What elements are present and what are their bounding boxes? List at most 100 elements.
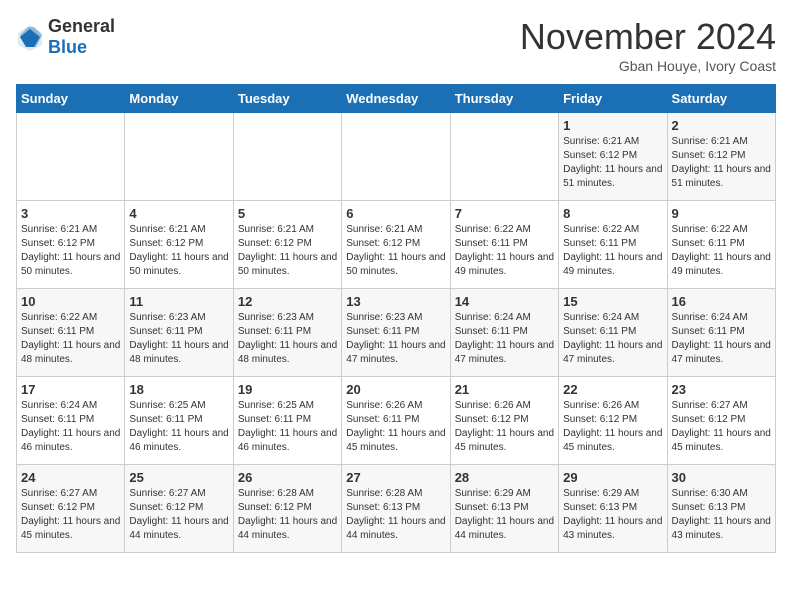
day-number: 17 xyxy=(21,382,120,397)
calendar-cell: 10 Sunrise: 6:22 AM Sunset: 6:11 PM Dayli… xyxy=(17,289,125,377)
calendar-cell: 28 Sunrise: 6:29 AM Sunset: 6:13 PM Dayli… xyxy=(450,465,558,553)
title-area: November 2024 Gban Houye, Ivory Coast xyxy=(520,16,776,74)
day-info: Sunrise: 6:21 AM Sunset: 6:12 PM Dayligh… xyxy=(21,223,120,279)
calendar-cell: 9Sunrise: 6:22 AM Sunset: 6:11 PM Daylig… xyxy=(667,201,775,289)
day-info: Sunrise: 6:24 AM Sunset: 6:11 PM Dayligh… xyxy=(21,399,120,455)
day-number: 30 xyxy=(672,470,771,485)
logo-icon xyxy=(16,23,44,51)
calendar-week-row: 3 Sunrise: 6:21 AM Sunset: 6:12 PM Daylig… xyxy=(17,201,776,289)
header-day: Monday xyxy=(125,85,233,113)
day-info: Sunrise: 6:27 AM Sunset: 6:12 PM Dayligh… xyxy=(129,487,228,543)
logo: General Blue xyxy=(16,16,115,58)
day-number: 13 xyxy=(346,294,445,309)
day-number: 1 xyxy=(563,118,662,133)
calendar-body: 1 Sunrise: 6:21 AM Sunset: 6:12 PM Daylig… xyxy=(17,113,776,553)
day-number: 4 xyxy=(129,206,228,221)
day-info: Sunrise: 6:24 AM Sunset: 6:11 PM Dayligh… xyxy=(563,311,662,367)
day-info: Sunrise: 6:26 AM Sunset: 6:12 PM Dayligh… xyxy=(563,399,662,455)
day-info: Sunrise: 6:21 AM Sunset: 6:12 PM Dayligh… xyxy=(672,135,771,191)
day-number: 29 xyxy=(563,470,662,485)
day-info: Sunrise: 6:21 AM Sunset: 6:12 PM Dayligh… xyxy=(129,223,228,279)
calendar-cell: 13 Sunrise: 6:23 AM Sunset: 6:11 PM Dayli… xyxy=(342,289,450,377)
calendar-table: SundayMondayTuesdayWednesdayThursdayFrid… xyxy=(16,84,776,553)
day-number: 16 xyxy=(672,294,771,309)
day-info: Sunrise: 6:22 AM Sunset: 6:11 PM Dayligh… xyxy=(455,223,554,279)
calendar-week-row: 1 Sunrise: 6:21 AM Sunset: 6:12 PM Daylig… xyxy=(17,113,776,201)
header-day: Wednesday xyxy=(342,85,450,113)
calendar-cell: 23Sunrise: 6:27 AM Sunset: 6:12 PM Dayli… xyxy=(667,377,775,465)
day-info: Sunrise: 6:28 AM Sunset: 6:12 PM Dayligh… xyxy=(238,487,337,543)
calendar-cell: 17 Sunrise: 6:24 AM Sunset: 6:11 PM Dayli… xyxy=(17,377,125,465)
day-number: 19 xyxy=(238,382,337,397)
day-number: 2 xyxy=(672,118,771,133)
day-number: 24 xyxy=(21,470,120,485)
calendar-cell xyxy=(125,113,233,201)
header-day: Saturday xyxy=(667,85,775,113)
calendar-cell xyxy=(233,113,341,201)
calendar-cell xyxy=(342,113,450,201)
day-number: 28 xyxy=(455,470,554,485)
header-day: Thursday xyxy=(450,85,558,113)
logo-text: General Blue xyxy=(48,16,115,58)
calendar-cell: 30Sunrise: 6:30 AM Sunset: 6:13 PM Dayli… xyxy=(667,465,775,553)
day-info: Sunrise: 6:21 AM Sunset: 6:12 PM Dayligh… xyxy=(563,135,662,191)
calendar-cell xyxy=(17,113,125,201)
day-number: 22 xyxy=(563,382,662,397)
day-info: Sunrise: 6:21 AM Sunset: 6:12 PM Dayligh… xyxy=(346,223,445,279)
calendar-header: SundayMondayTuesdayWednesdayThursdayFrid… xyxy=(17,85,776,113)
day-number: 6 xyxy=(346,206,445,221)
day-info: Sunrise: 6:22 AM Sunset: 6:11 PM Dayligh… xyxy=(563,223,662,279)
day-info: Sunrise: 6:29 AM Sunset: 6:13 PM Dayligh… xyxy=(563,487,662,543)
calendar-cell: 19 Sunrise: 6:25 AM Sunset: 6:11 PM Dayli… xyxy=(233,377,341,465)
day-info: Sunrise: 6:25 AM Sunset: 6:11 PM Dayligh… xyxy=(238,399,337,455)
calendar-cell: 29 Sunrise: 6:29 AM Sunset: 6:13 PM Dayli… xyxy=(559,465,667,553)
calendar-cell: 24 Sunrise: 6:27 AM Sunset: 6:12 PM Dayli… xyxy=(17,465,125,553)
calendar-cell: 26 Sunrise: 6:28 AM Sunset: 6:12 PM Dayli… xyxy=(233,465,341,553)
day-info: Sunrise: 6:27 AM Sunset: 6:12 PM Dayligh… xyxy=(672,399,771,455)
day-number: 3 xyxy=(21,206,120,221)
day-info: Sunrise: 6:25 AM Sunset: 6:11 PM Dayligh… xyxy=(129,399,228,455)
header-day: Sunday xyxy=(17,85,125,113)
calendar-cell: 5Sunrise: 6:21 AM Sunset: 6:12 PM Daylig… xyxy=(233,201,341,289)
calendar-cell: 15Sunrise: 6:24 AM Sunset: 6:11 PM Dayli… xyxy=(559,289,667,377)
day-number: 27 xyxy=(346,470,445,485)
calendar-cell: 22 Sunrise: 6:26 AM Sunset: 6:12 PM Dayli… xyxy=(559,377,667,465)
day-number: 18 xyxy=(129,382,228,397)
calendar-cell: 8Sunrise: 6:22 AM Sunset: 6:11 PM Daylig… xyxy=(559,201,667,289)
day-info: Sunrise: 6:23 AM Sunset: 6:11 PM Dayligh… xyxy=(346,311,445,367)
day-info: Sunrise: 6:22 AM Sunset: 6:11 PM Dayligh… xyxy=(21,311,120,367)
logo-general: General xyxy=(48,16,115,36)
calendar-cell: 6 Sunrise: 6:21 AM Sunset: 6:12 PM Daylig… xyxy=(342,201,450,289)
calendar-title: November 2024 xyxy=(520,16,776,58)
day-info: Sunrise: 6:28 AM Sunset: 6:13 PM Dayligh… xyxy=(346,487,445,543)
day-info: Sunrise: 6:27 AM Sunset: 6:12 PM Dayligh… xyxy=(21,487,120,543)
header-day: Friday xyxy=(559,85,667,113)
day-info: Sunrise: 6:24 AM Sunset: 6:11 PM Dayligh… xyxy=(672,311,771,367)
day-number: 10 xyxy=(21,294,120,309)
calendar-cell: 16 Sunrise: 6:24 AM Sunset: 6:11 PM Dayli… xyxy=(667,289,775,377)
calendar-cell xyxy=(450,113,558,201)
day-info: Sunrise: 6:23 AM Sunset: 6:11 PM Dayligh… xyxy=(238,311,337,367)
day-info: Sunrise: 6:29 AM Sunset: 6:13 PM Dayligh… xyxy=(455,487,554,543)
calendar-cell: 11 Sunrise: 6:23 AM Sunset: 6:11 PM Dayli… xyxy=(125,289,233,377)
header: General Blue November 2024 Gban Houye, I… xyxy=(16,16,776,74)
calendar-cell: 2 Sunrise: 6:21 AM Sunset: 6:12 PM Daylig… xyxy=(667,113,775,201)
calendar-cell: 7Sunrise: 6:22 AM Sunset: 6:11 PM Daylig… xyxy=(450,201,558,289)
calendar-week-row: 10 Sunrise: 6:22 AM Sunset: 6:11 PM Dayli… xyxy=(17,289,776,377)
calendar-cell: 20 Sunrise: 6:26 AM Sunset: 6:11 PM Dayli… xyxy=(342,377,450,465)
day-number: 12 xyxy=(238,294,337,309)
calendar-cell: 14Sunrise: 6:24 AM Sunset: 6:11 PM Dayli… xyxy=(450,289,558,377)
logo-blue: Blue xyxy=(48,37,87,57)
calendar-cell: 3 Sunrise: 6:21 AM Sunset: 6:12 PM Daylig… xyxy=(17,201,125,289)
day-number: 11 xyxy=(129,294,228,309)
calendar-cell: 1 Sunrise: 6:21 AM Sunset: 6:12 PM Daylig… xyxy=(559,113,667,201)
calendar-cell: 21Sunrise: 6:26 AM Sunset: 6:12 PM Dayli… xyxy=(450,377,558,465)
day-number: 21 xyxy=(455,382,554,397)
day-number: 25 xyxy=(129,470,228,485)
calendar-week-row: 17 Sunrise: 6:24 AM Sunset: 6:11 PM Dayli… xyxy=(17,377,776,465)
day-number: 20 xyxy=(346,382,445,397)
day-info: Sunrise: 6:23 AM Sunset: 6:11 PM Dayligh… xyxy=(129,311,228,367)
day-number: 26 xyxy=(238,470,337,485)
day-info: Sunrise: 6:21 AM Sunset: 6:12 PM Dayligh… xyxy=(238,223,337,279)
day-info: Sunrise: 6:26 AM Sunset: 6:11 PM Dayligh… xyxy=(346,399,445,455)
